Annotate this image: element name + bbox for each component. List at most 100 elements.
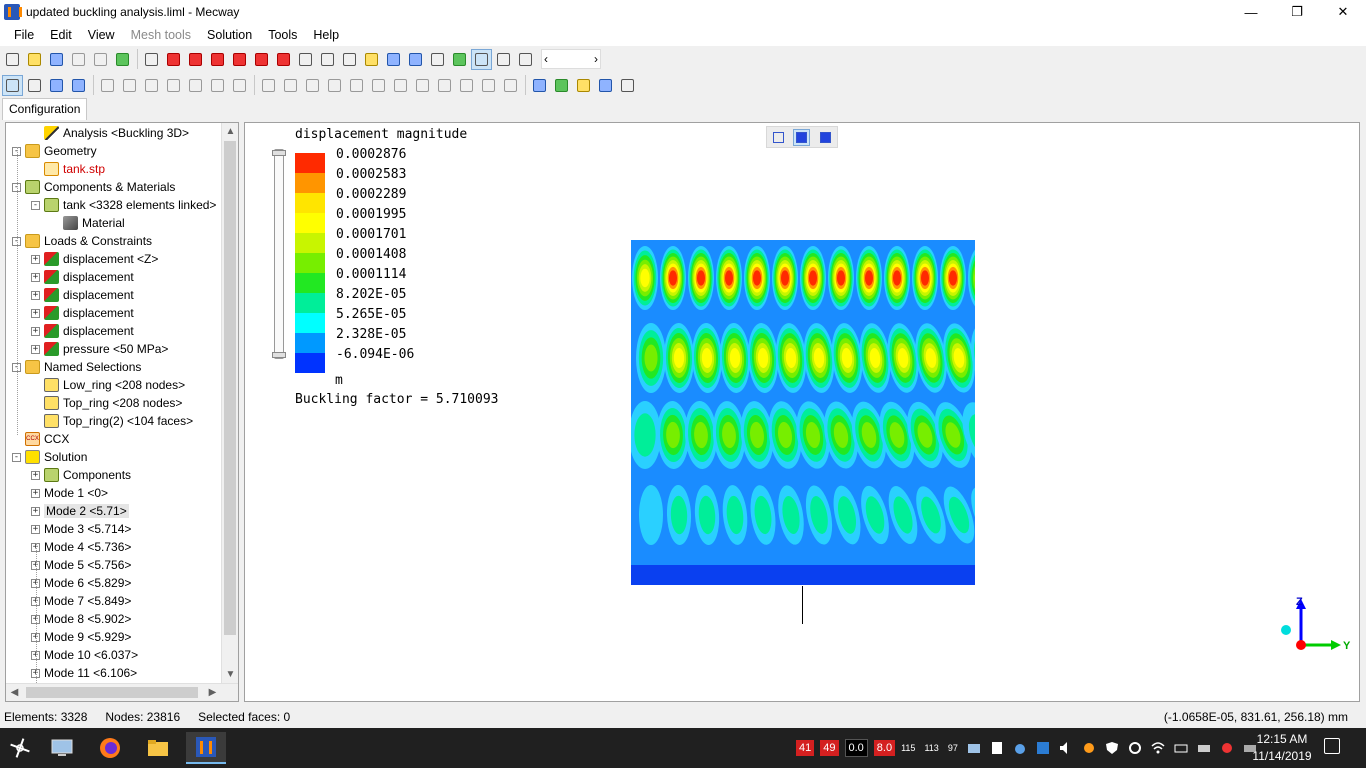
select-node-icon[interactable] [24, 75, 45, 96]
tree-item[interactable]: tank.stp [31, 160, 105, 178]
view-solid-cube-icon[interactable] [817, 129, 834, 146]
tree-item[interactable]: + Mode 3 <5.714> [31, 520, 131, 538]
expand-icon[interactable]: + [31, 344, 40, 354]
measure-icon[interactable] [427, 49, 448, 70]
scroll-down-icon[interactable]: ▼ [222, 666, 238, 683]
tab-configuration[interactable]: Configuration [2, 98, 88, 120]
scroll-up-icon[interactable]: ▲ [222, 123, 238, 140]
tree-item[interactable]: - tank <3328 elements linked> [31, 196, 216, 214]
select-face-icon[interactable] [46, 75, 67, 96]
tree-item[interactable]: + Mode 11 <6.106> [31, 664, 137, 682]
taskbar-firefox[interactable] [90, 732, 130, 764]
mesh-tool-3-icon[interactable] [302, 75, 323, 96]
expand-icon[interactable]: + [31, 290, 40, 300]
scroll-right-icon[interactable]: › [594, 52, 598, 66]
mesh-tool-9-icon[interactable] [434, 75, 455, 96]
scroll-left-icon[interactable]: ‹ [544, 52, 548, 66]
tray-text[interactable]: 115 [901, 743, 915, 753]
view-top-icon[interactable] [251, 49, 272, 70]
mesh-tool-11-icon[interactable] [478, 75, 499, 96]
legend-range-slider[interactable] [272, 149, 286, 359]
keyboard-icon[interactable] [1174, 741, 1188, 755]
security-icon[interactable] [1128, 741, 1142, 755]
expand-icon[interactable]: + [31, 326, 40, 336]
tree-item[interactable]: + Mode 9 <5.929> [31, 628, 131, 646]
menu-file[interactable]: File [6, 28, 42, 42]
tray-badge[interactable]: 41 [796, 740, 815, 756]
mesh-tool-5-icon[interactable] [346, 75, 367, 96]
pan-icon[interactable] [361, 49, 382, 70]
scroll-right-icon[interactable]: ▶ [204, 684, 221, 701]
menu-edit[interactable]: Edit [42, 28, 80, 42]
menu-view[interactable]: View [80, 28, 123, 42]
square-tool-icon[interactable] [141, 75, 162, 96]
expand-icon[interactable]: + [31, 470, 40, 480]
tree-item[interactable]: + Mode 2 <5.71> [31, 502, 129, 520]
mirror-tool-icon[interactable] [207, 75, 228, 96]
tree-item[interactable]: Top_ring(2) <104 faces> [31, 412, 193, 430]
scroll-left-icon[interactable]: ◀ [6, 684, 23, 701]
notification-center-icon[interactable] [1324, 738, 1340, 754]
tree-item[interactable]: + Mode 7 <5.849> [31, 592, 131, 610]
zoom-window-icon[interactable] [295, 49, 316, 70]
select-mode-dropdown-icon[interactable] [405, 49, 426, 70]
wireframe-icon[interactable] [493, 49, 514, 70]
taskbar-clock[interactable]: 12:15 AM 11/14/2019 [1250, 731, 1314, 765]
view-wire-cube-icon[interactable] [770, 129, 787, 146]
word-icon[interactable] [1036, 741, 1050, 755]
mesh-tool-2-icon[interactable] [280, 75, 301, 96]
menu-solution[interactable]: Solution [199, 28, 260, 42]
film-icon[interactable] [595, 75, 616, 96]
solve-icon[interactable] [112, 49, 133, 70]
view-front-icon[interactable] [163, 49, 184, 70]
toolbar-scroll[interactable]: ‹ › [541, 49, 601, 69]
tree-item[interactable]: - Components & Materials [12, 178, 175, 196]
buckling-contour-plot[interactable] [631, 240, 975, 585]
tree-item[interactable]: + displacement [31, 304, 134, 322]
printer-icon[interactable] [1197, 741, 1211, 755]
tree-item[interactable]: Top_ring <208 nodes> [31, 394, 182, 412]
network-stats-icon[interactable] [967, 741, 981, 755]
tree-vertical-scrollbar[interactable]: ▲ ▼ [221, 123, 238, 683]
tree-item[interactable]: + Mode 4 <5.736> [31, 538, 131, 556]
open-folder-icon[interactable] [24, 49, 45, 70]
collapse-icon[interactable]: - [31, 200, 40, 210]
tree-item[interactable]: + Mode 10 <6.037> [31, 646, 138, 664]
deform-shape-icon[interactable] [529, 75, 550, 96]
mesh-lines-icon[interactable] [515, 49, 536, 70]
tree-item[interactable]: Low_ring <208 nodes> [31, 376, 185, 394]
taskbar-mecway[interactable] [186, 732, 226, 764]
undo-icon[interactable] [68, 49, 89, 70]
menu-tools[interactable]: Tools [260, 28, 305, 42]
view-left-icon[interactable] [207, 49, 228, 70]
collapse-icon[interactable]: - [12, 452, 21, 462]
mesh-tool-12-icon[interactable] [500, 75, 521, 96]
tray-text[interactable]: 97 [948, 743, 958, 753]
table-icon[interactable] [617, 75, 638, 96]
tray-app-icon[interactable] [1220, 741, 1234, 755]
select-element-icon[interactable] [68, 75, 89, 96]
mesh-tool-1-icon[interactable] [258, 75, 279, 96]
mesh-tool-7-icon[interactable] [390, 75, 411, 96]
tray-badge[interactable]: 0.0 [844, 739, 868, 757]
new-file-icon[interactable] [2, 49, 23, 70]
tree-item[interactable]: - Loads & Constraints [12, 232, 152, 250]
tree-item[interactable]: + Mode 1 <0> [31, 484, 108, 502]
tree-item[interactable]: + Mode 5 <5.756> [31, 556, 131, 574]
tree-item[interactable]: - Solution [12, 448, 87, 466]
tree-item[interactable]: - Named Selections [12, 358, 141, 376]
tray-badge[interactable]: 8.0 [873, 740, 896, 756]
delete-tool-icon[interactable] [185, 75, 206, 96]
mesh-tool-4-icon[interactable] [324, 75, 345, 96]
expand-icon[interactable]: + [31, 488, 40, 498]
expand-icon[interactable]: + [31, 254, 40, 264]
menu-help[interactable]: Help [305, 28, 347, 42]
expand-icon[interactable]: + [31, 506, 40, 516]
cloud-icon[interactable] [1013, 741, 1027, 755]
expand-icon[interactable]: + [31, 524, 40, 534]
start-button[interactable] [0, 732, 40, 764]
tree-item[interactable]: + Mode 8 <5.902> [31, 610, 131, 628]
tree-item[interactable]: Material [50, 214, 125, 232]
display-options-icon[interactable] [383, 49, 404, 70]
solid-shading-icon[interactable] [471, 48, 492, 70]
